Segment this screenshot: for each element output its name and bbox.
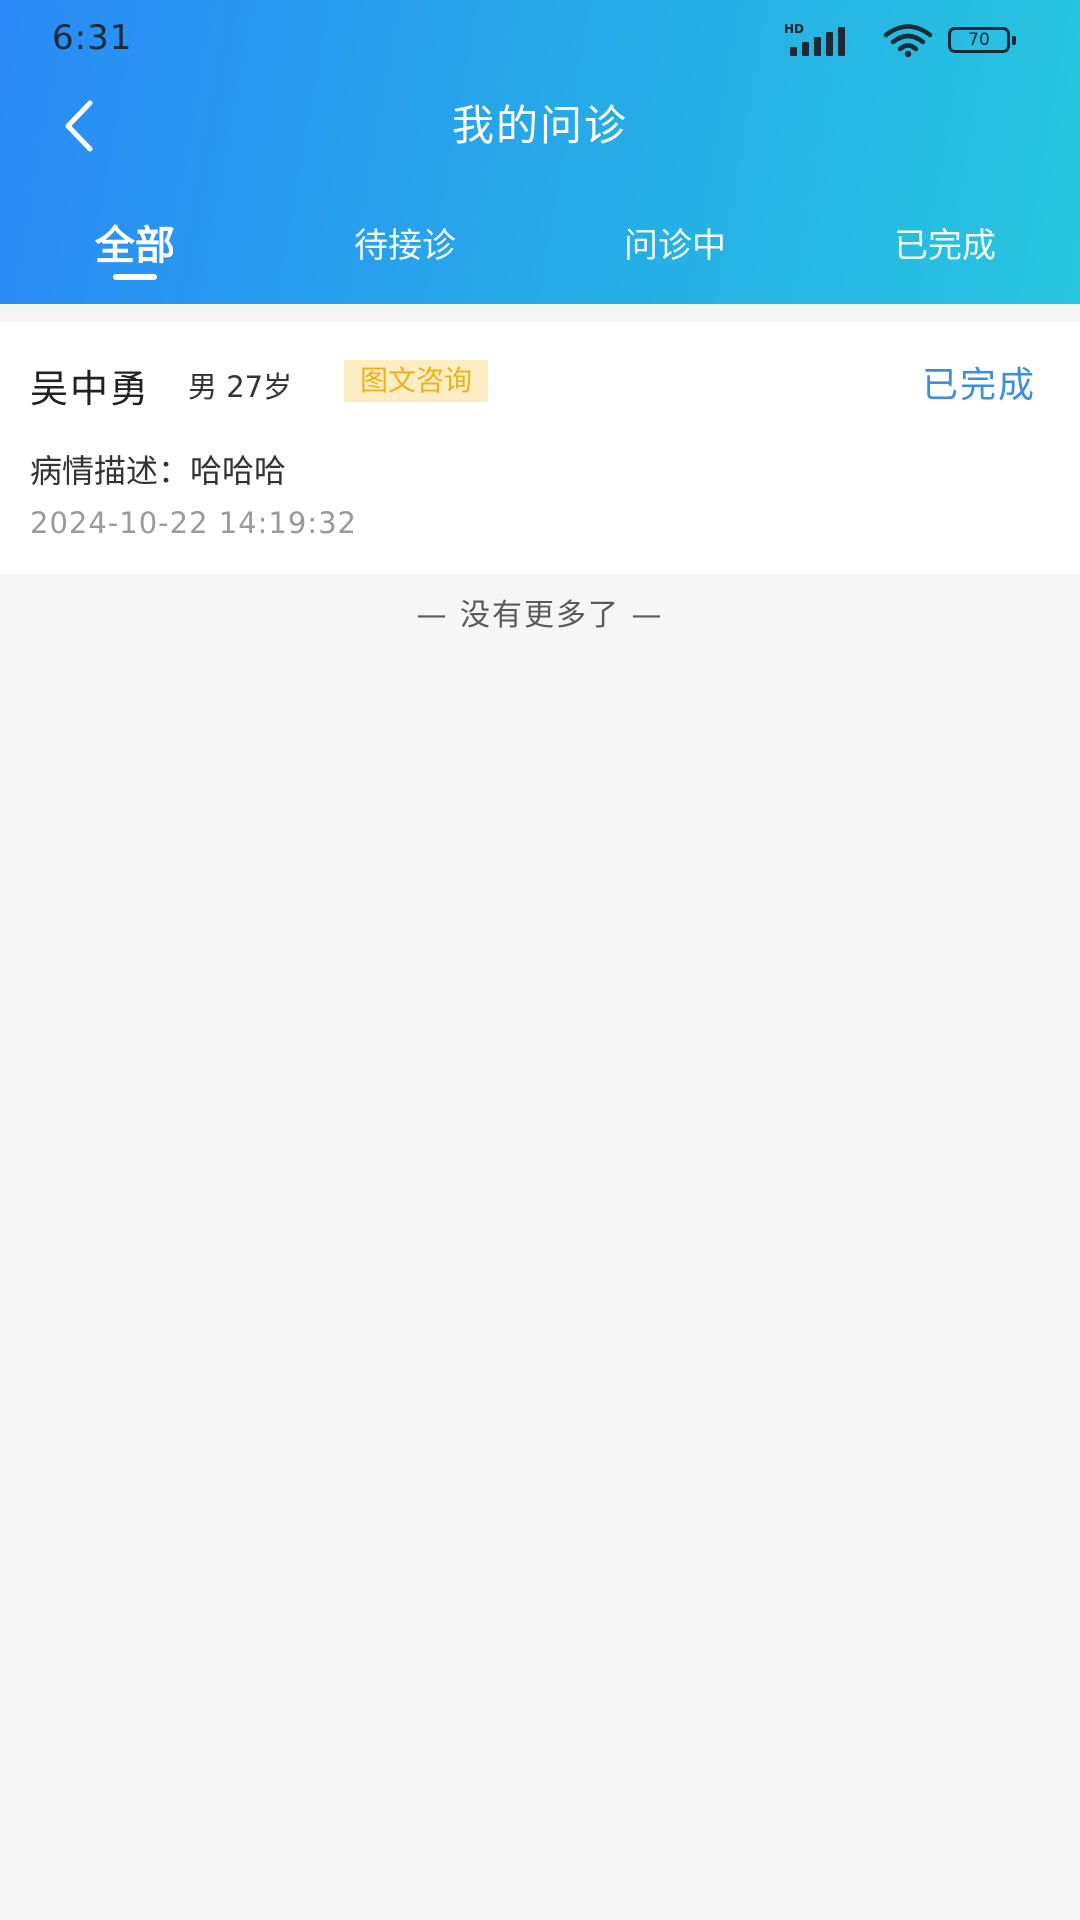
patient-name: 吴中勇 — [30, 367, 151, 411]
condition-description: 病情描述：哈哈哈 — [30, 452, 287, 490]
tab-label: 已完成 — [894, 226, 996, 266]
page-title: 我的问诊 — [451, 101, 628, 150]
tab-in-progress[interactable]: 问诊中 — [540, 214, 810, 284]
consultation-card[interactable]: 吴中勇 男 27岁 图文咨询 已完成 病情描述：哈哈哈 2024-10-22 1… — [0, 322, 1080, 574]
consult-time: 2024-10-22 14:19:32 — [30, 506, 357, 540]
tab-all[interactable]: 全部 — [0, 214, 270, 284]
tab-label: 全部 — [95, 223, 175, 269]
tab-active-indicator — [113, 274, 157, 280]
header: 6:31 HD 70 我的问诊 全部 待接诊 问诊中 已完成 — [0, 0, 1080, 304]
battery-level: 70 — [968, 30, 990, 50]
tab-bar: 全部 待接诊 问诊中 已完成 — [0, 214, 1080, 284]
tab-label: 待接诊 — [354, 226, 456, 266]
status-time: 6:31 — [52, 18, 133, 58]
consult-type-badge: 图文咨询 — [344, 360, 489, 402]
list-end-text: — 没有更多了 — — [416, 598, 664, 633]
status-bar: 6:31 HD 70 — [0, 0, 1080, 80]
wifi-icon — [883, 24, 933, 58]
status-icons: HD 70 — [782, 22, 1016, 58]
consult-status: 已完成 — [921, 365, 1036, 406]
patient-gender-age: 男 27岁 — [188, 370, 293, 404]
tab-completed[interactable]: 已完成 — [810, 214, 1080, 284]
tab-pending[interactable]: 待接诊 — [270, 214, 540, 284]
signal-icon: HD — [782, 22, 868, 58]
battery-icon: 70 — [948, 27, 1016, 53]
tab-label: 问诊中 — [624, 226, 726, 266]
